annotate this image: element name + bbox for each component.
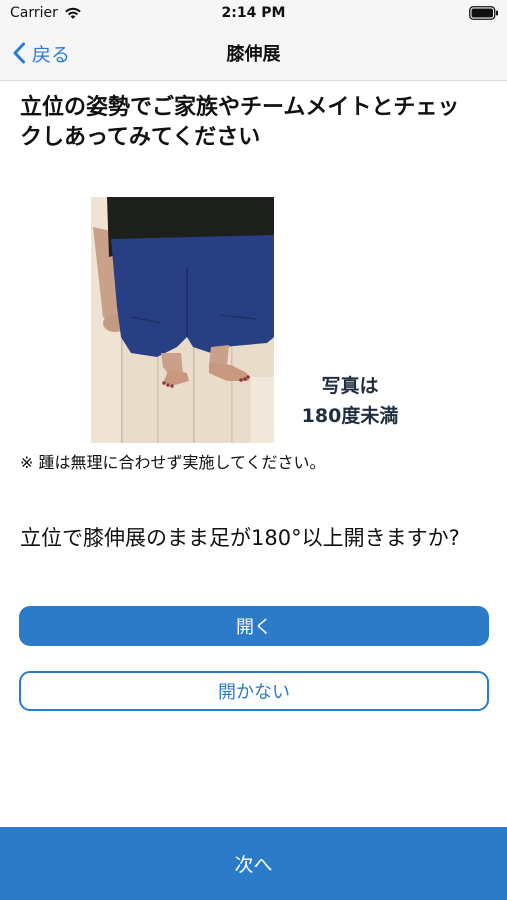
- question-text: 立位で膝伸展のまま足が180°以上開きますか?: [20, 526, 460, 550]
- status-time: 2:14 PM: [221, 5, 286, 21]
- photo-caption: 写真は 180度未満: [282, 371, 418, 431]
- standing-posture-photo: [91, 197, 274, 443]
- battery-icon: [469, 6, 498, 20]
- next-button[interactable]: 次へ: [0, 827, 507, 900]
- status-bar: Carrier 2:14 PM: [0, 0, 507, 26]
- heel-note: ※ 踵は無理に合わせず実施してください。: [20, 453, 326, 472]
- photo-caption-line2: 180度未満: [301, 405, 399, 427]
- navigation-bar: 戻る 膝伸展: [0, 26, 507, 81]
- photo-caption-line1: 写真は: [321, 375, 379, 397]
- open-button[interactable]: 開く: [19, 606, 489, 646]
- page-title: 膝伸展: [226, 44, 281, 65]
- not-open-button[interactable]: 開かない: [19, 671, 489, 711]
- instruction-heading: 立位の姿勢でご家族やチームメイトとチェックしあってみてください: [20, 95, 460, 150]
